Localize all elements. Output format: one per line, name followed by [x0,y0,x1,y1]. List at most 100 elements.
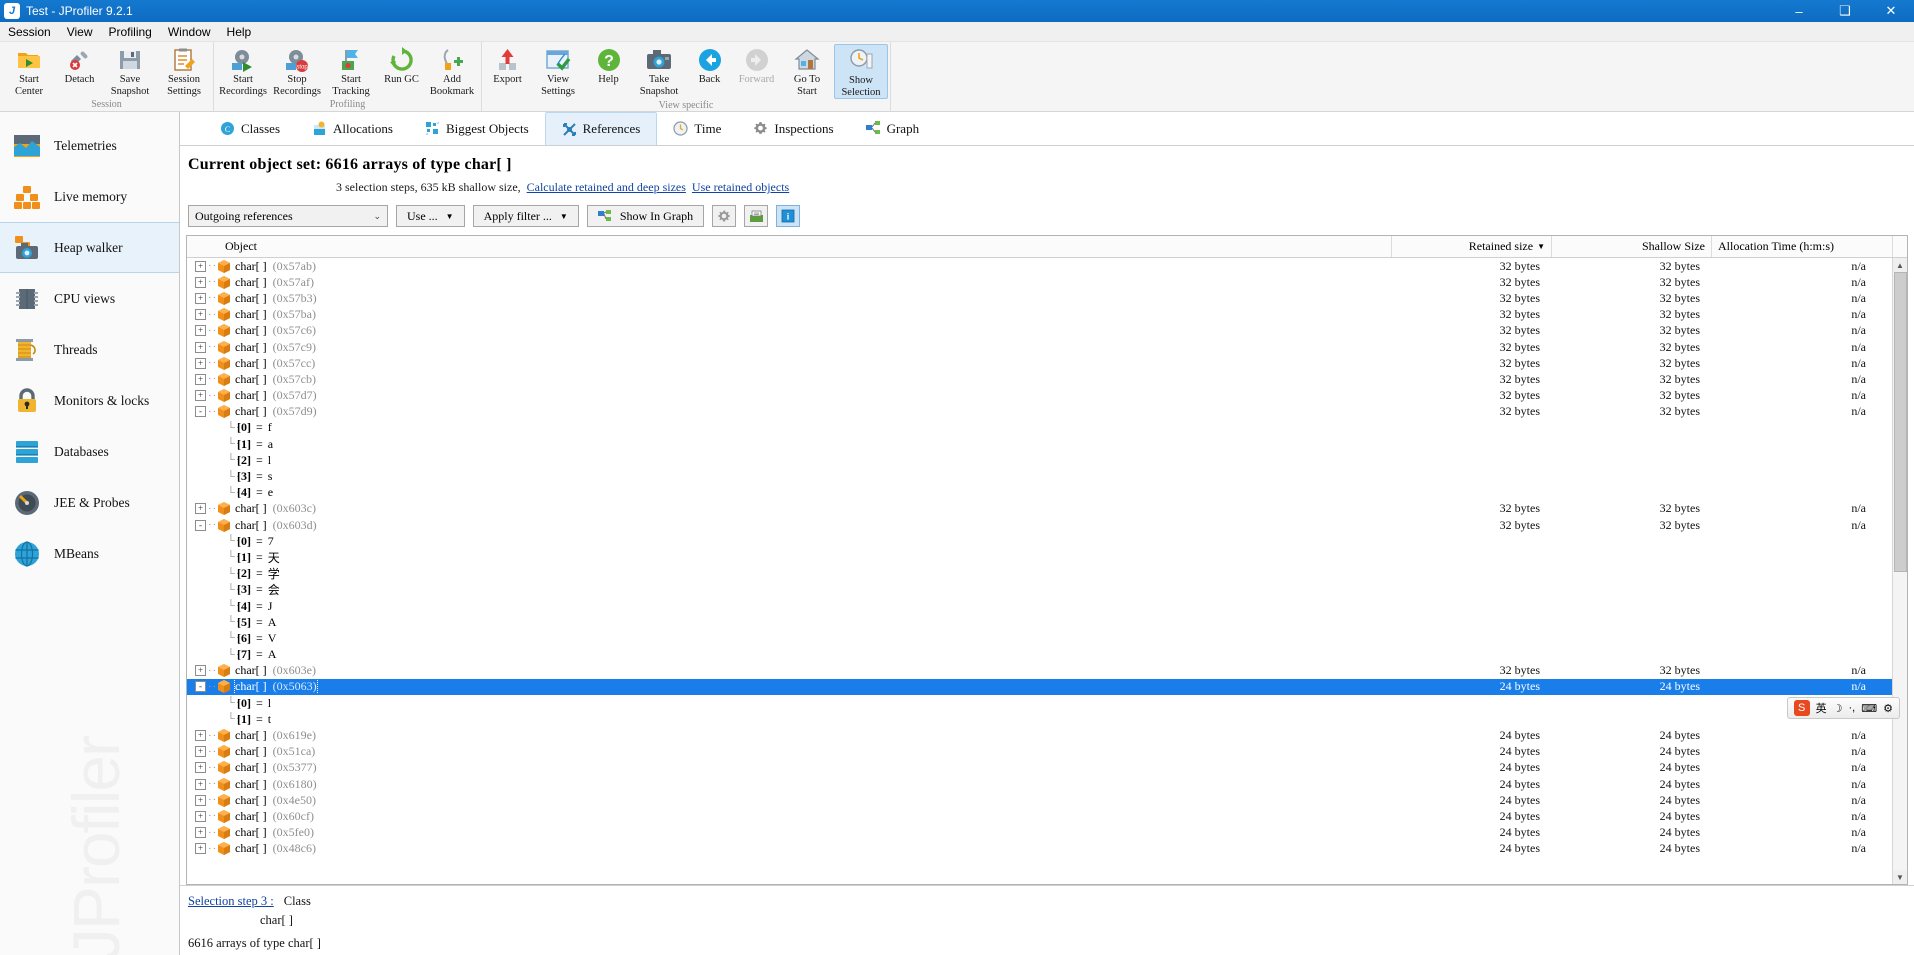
sidebar-item-cpu-views[interactable]: CPU views [0,273,179,324]
maximize-button[interactable]: ❑ [1822,0,1868,22]
table-row[interactable]: + ·· char[ ] (0x48c6) 24 bytes 24 bytes n/a [187,841,1892,857]
info-icon[interactable]: i [776,205,801,227]
toolbar-button-run-gc[interactable]: Run GC [378,44,425,86]
table-row[interactable]: └· [1] = 天 [187,549,1892,565]
show-in-graph-button[interactable]: Show In Graph [586,205,705,227]
table-row[interactable]: + ·· char[ ] (0x57cb) 32 bytes 32 bytes n/a [187,371,1892,387]
ime-keyboard-icon[interactable]: ⌨ [1861,702,1877,715]
table-row[interactable]: + ·· char[ ] (0x57c6) 32 bytes 32 bytes n/a [187,323,1892,339]
sidebar-item-monitors-locks[interactable]: Monitors & locks [0,375,179,426]
sidebar-item-threads[interactable]: Threads [0,324,179,375]
tree-toggle-collapse-icon[interactable]: - [195,519,206,531]
sidebar-item-telemetries[interactable]: Telemetries [0,120,179,171]
reference-mode-select[interactable]: Outgoing references ⌄ [188,205,388,227]
table-row[interactable]: └· [5] = A [187,614,1892,630]
tree-toggle-expand-icon[interactable]: + [195,260,206,272]
toolbar-button-start-tracking[interactable]: Start Tracking [324,44,378,97]
tree-toggle-expand-icon[interactable]: + [195,503,206,515]
tree-toggle-expand-icon[interactable]: + [195,746,206,758]
toolbar-button-detach[interactable]: Detach [56,44,103,86]
toolbar-button-save-snapshot[interactable]: Save Snapshot [103,44,157,97]
selection-step-link[interactable]: Selection step 3 : [188,894,274,909]
column-header-shallow-size[interactable]: Shallow Size [1552,236,1712,257]
scroll-up-icon[interactable]: ▲ [1892,258,1907,272]
column-header-allocation-time[interactable]: Allocation Time (h:m:s) [1712,236,1892,257]
sidebar-item-databases[interactable]: Databases [0,426,179,477]
table-row[interactable]: + ·· char[ ] (0x57ab) 32 bytes 32 bytes n/a [187,258,1892,274]
toolbar-button-start-center[interactable]: Start Center [2,44,56,97]
calculate-retained-link[interactable]: Calculate retained and deep sizes [527,180,686,195]
table-row[interactable]: └· [0] = l [187,695,1892,711]
toolbar-button-help[interactable]: ? Help [585,44,632,86]
table-row[interactable]: └· [2] = 学 [187,566,1892,582]
scroll-thumb[interactable] [1893,272,1907,572]
toolbar-button-session-settings[interactable]: Session Settings [157,44,211,97]
table-row[interactable]: + ·· char[ ] (0x619e) 24 bytes 24 bytes n/a [187,727,1892,743]
table-row[interactable]: └· [4] = J [187,598,1892,614]
toolbar-button-view-settings[interactable]: View Settings [531,44,585,97]
menu-window[interactable]: Window [160,22,219,42]
sidebar-item-mbeans[interactable]: MBeans [0,528,179,579]
table-vertical-scrollbar[interactable]: ▲ ▼ [1892,258,1907,884]
tab-time[interactable]: Time [657,112,737,145]
table-row[interactable]: - ·· char[ ] (0x5063) 24 bytes 24 bytes n/a [187,678,1892,696]
column-header-retained-size[interactable]: Retained size ▼ [1392,236,1552,257]
tab-classes[interactable]: C Classes [204,112,296,145]
table-row[interactable]: └· [1] = t [187,711,1892,727]
toolbar-button-export[interactable]: Export [484,44,531,86]
table-row[interactable]: + ·· char[ ] (0x6180) 24 bytes 24 bytes n/a [187,776,1892,792]
tab-biggest-objects[interactable]: Biggest Objects [409,112,545,145]
ime-tools-icon[interactable]: ⚙ [1883,702,1893,715]
table-row[interactable]: + ·· char[ ] (0x57ba) 32 bytes 32 bytes n/a [187,307,1892,323]
menu-help[interactable]: Help [219,22,260,42]
tree-toggle-collapse-icon[interactable]: - [195,681,206,693]
table-row[interactable]: + ·· char[ ] (0x5fe0) 24 bytes 24 bytes n/a [187,825,1892,841]
ime-punctuation-icon[interactable]: ·, [1849,702,1856,714]
tree-toggle-expand-icon[interactable]: + [195,762,206,774]
tree-toggle-expand-icon[interactable]: + [195,827,206,839]
table-row[interactable]: └· [3] = 会 [187,582,1892,598]
table-row[interactable]: └· [2] = l [187,452,1892,468]
tree-toggle-expand-icon[interactable]: + [195,276,206,288]
table-row[interactable]: └· [0] = 7 [187,533,1892,549]
scroll-down-icon[interactable]: ▼ [1892,870,1907,884]
menu-profiling[interactable]: Profiling [101,22,160,42]
tab-graph[interactable]: Graph [850,112,936,145]
tree-toggle-expand-icon[interactable]: + [195,373,206,385]
column-header-object[interactable]: Object [187,236,1392,257]
tree-toggle-expand-icon[interactable]: + [195,730,206,742]
tree-toggle-collapse-icon[interactable]: - [195,406,206,418]
use-retained-objects-link[interactable]: Use retained objects [692,180,789,195]
tree-toggle-expand-icon[interactable]: + [195,778,206,790]
ime-language-label[interactable]: 英 [1816,700,1827,716]
toolbar-button-stop-recordings[interactable]: stop Stop Recordings [270,44,324,97]
table-row[interactable]: - ·· char[ ] (0x603d) 32 bytes 32 bytes n/a [187,517,1892,533]
sidebar-item-live-memory[interactable]: Live memory [0,171,179,222]
toolbar-button-go-to-start[interactable]: Go To Start [780,44,834,97]
tab-inspections[interactable]: Inspections [737,112,849,145]
minimize-button[interactable]: – [1776,0,1822,22]
table-row[interactable]: └· [6] = V [187,630,1892,646]
table-row[interactable]: + ·· char[ ] (0x57af) 32 bytes 32 bytes n/a [187,274,1892,290]
table-row[interactable]: └· [0] = f [187,420,1892,436]
apply-filter-button[interactable]: Apply filter ... ▼ [472,205,579,227]
table-row[interactable]: + ·· char[ ] (0x60cf) 24 bytes 24 bytes n/a [187,808,1892,824]
tree-toggle-expand-icon[interactable]: + [195,357,206,369]
tree-toggle-expand-icon[interactable]: + [195,794,206,806]
table-row[interactable]: + ·· char[ ] (0x57d7) 32 bytes 32 bytes n/a [187,388,1892,404]
tree-toggle-expand-icon[interactable]: + [195,665,206,677]
use-button[interactable]: Use ... ▼ [396,205,465,227]
table-row[interactable]: + ·· char[ ] (0x51ca) 24 bytes 24 bytes n/a [187,744,1892,760]
table-row[interactable]: + ·· char[ ] (0x5377) 24 bytes 24 bytes n/a [187,760,1892,776]
tree-toggle-expand-icon[interactable]: + [195,341,206,353]
ime-toolbar[interactable]: S 英 ☽ ·, ⌨ ⚙ [1786,697,1900,719]
tree-toggle-expand-icon[interactable]: + [195,390,206,402]
menu-session[interactable]: Session [0,22,59,42]
tab-references[interactable]: References [544,112,658,145]
toolbar-button-take-snapshot[interactable]: Take Snapshot [632,44,686,97]
table-row[interactable]: + ·· char[ ] (0x4e50) 24 bytes 24 bytes n/a [187,792,1892,808]
tree-toggle-expand-icon[interactable]: + [195,309,206,321]
toolbar-button-start-recordings[interactable]: Start Recordings [216,44,270,97]
scroll-track[interactable] [1892,272,1907,870]
tree-toggle-expand-icon[interactable]: + [195,292,206,304]
